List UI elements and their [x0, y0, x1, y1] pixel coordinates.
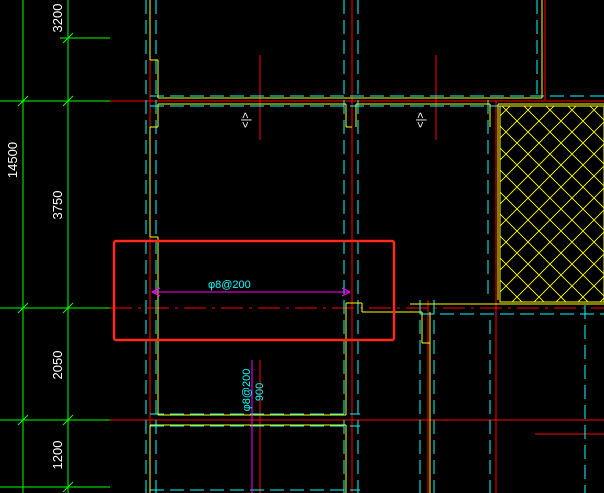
dim-segment-4: 1200: [50, 441, 65, 470]
rebar-label-vertical: φ8@200: [241, 369, 253, 412]
section-cut-symbol-icon: <|>: [415, 112, 427, 128]
dimension-lines: [0, 0, 110, 493]
rebar-length-vertical: 900: [254, 383, 266, 401]
dim-segment-3: 2050: [50, 351, 65, 380]
dim-segment-1: 3200: [50, 4, 65, 33]
dim-total: 14500: [5, 142, 20, 178]
section-cut-symbol-icon: <|>: [240, 112, 252, 128]
dim-segment-2: 3750: [50, 191, 65, 220]
cad-drawing-canvas[interactable]: 3200 14500 3750 2050 1200 <|> <|> φ8@200…: [0, 0, 604, 493]
rebar-annotation-horizontal[interactable]: φ8@200: [151, 279, 351, 297]
rebar-label-horizontal: φ8@200: [208, 279, 251, 291]
section-mark-1: <|>: [240, 112, 252, 128]
section-mark-2: <|>: [415, 112, 427, 128]
cross-hatch-pattern-icon: [499, 105, 604, 303]
